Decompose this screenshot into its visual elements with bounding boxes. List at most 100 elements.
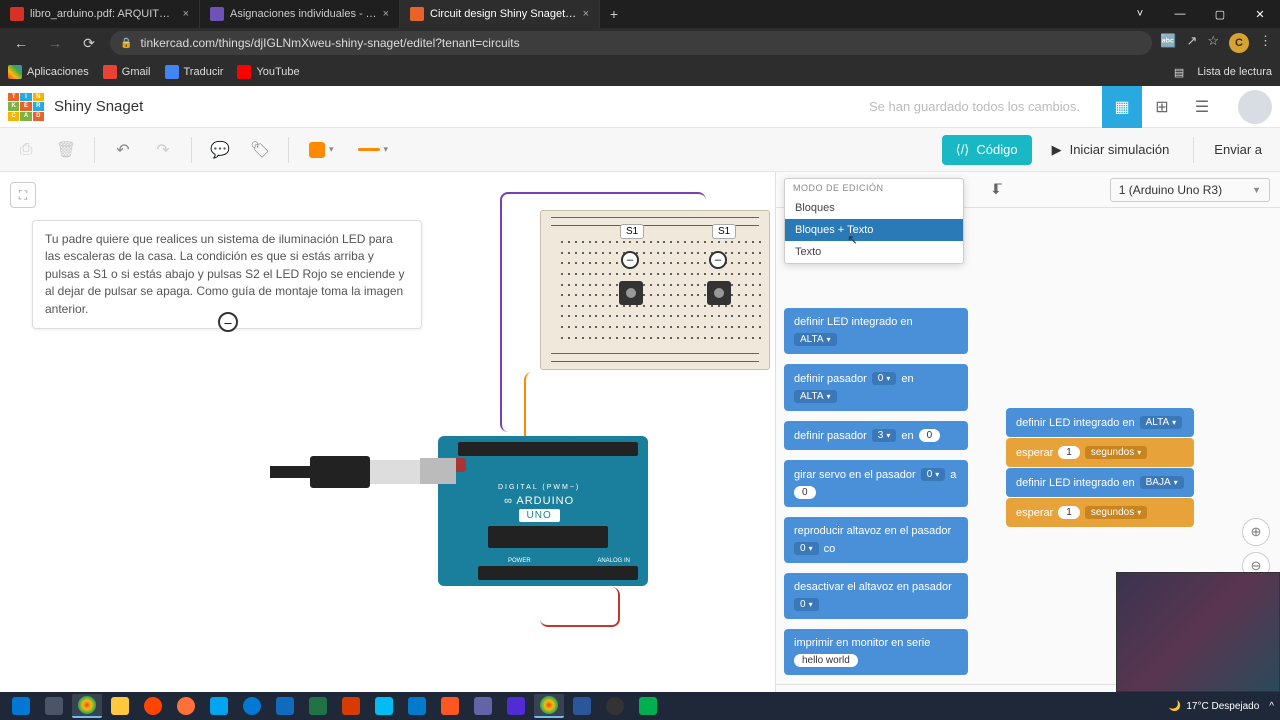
close-icon[interactable]: × [383, 8, 389, 20]
pushbutton-s1[interactable] [619, 281, 643, 305]
code-block[interactable]: girar servo en el pasador0a0 [784, 460, 968, 507]
url-input[interactable]: 🔒 tinkercad.com/things/djIGLNmXweu-shiny… [110, 31, 1152, 55]
taskbar-app[interactable] [534, 694, 564, 718]
taskbar-app[interactable] [435, 694, 465, 718]
back-button[interactable]: ← [8, 30, 34, 56]
main-area: ⛶ Tu padre quiere que realices un sistem… [0, 172, 1280, 720]
start-simulation-button[interactable]: ▶Iniciar simulación [1040, 135, 1182, 165]
code-block[interactable]: definir pasador0enALTA [784, 364, 968, 411]
edit-mode-dropdown[interactable]: MODO DE EDICIÓN Bloques Bloques + Texto … [784, 178, 964, 264]
terminal-icon[interactable]: – [709, 251, 727, 269]
label-toggle-button[interactable]: 🏷 [244, 134, 276, 166]
taskbar-app[interactable] [270, 694, 300, 718]
reload-button[interactable]: ⟳ [76, 30, 102, 56]
close-icon[interactable]: × [183, 8, 189, 20]
maximize-button[interactable]: ▢ [1200, 0, 1240, 28]
project-name[interactable]: Shiny Snaget [54, 98, 143, 115]
switch-label: S1 [620, 224, 644, 239]
taskbar-app[interactable] [567, 694, 597, 718]
chevron-down-icon: ▼ [1252, 185, 1261, 195]
taskbar-app[interactable] [303, 694, 333, 718]
minimize-button[interactable]: — [1160, 0, 1200, 28]
translate-icon[interactable]: 🔤 [1160, 33, 1176, 53]
pushbutton-s2[interactable] [707, 281, 731, 305]
bookmark-item[interactable]: Gmail [103, 65, 151, 79]
weather-widget[interactable]: 🌙17°C Despejado [1169, 701, 1259, 712]
download-button[interactable]: ⬇̅ [986, 177, 1006, 202]
taskbar-app[interactable] [600, 694, 630, 718]
code-block[interactable]: definir LED integrado enBAJA [1006, 468, 1194, 497]
block-palette[interactable]: definir LED integrado enALTA definir pas… [776, 208, 976, 684]
chevron-down-icon[interactable]: ˅ [1120, 0, 1160, 28]
browser-tab[interactable]: libro_arduino.pdf: ARQUITECTUR× [0, 0, 200, 28]
delete-button[interactable]: 🗑 [50, 134, 82, 166]
code-block[interactable]: esperar1segundos [1006, 498, 1194, 527]
bookmark-item[interactable]: Traducir [165, 65, 224, 79]
bookmark-icon[interactable]: ☆ [1207, 33, 1219, 53]
taskbar-app[interactable] [138, 694, 168, 718]
circuit-canvas[interactable]: ⛶ Tu padre quiere que realices un sistem… [0, 172, 775, 720]
taskbar-app[interactable] [501, 694, 531, 718]
reading-list-button[interactable]: ▤ Lista de lectura [1174, 66, 1272, 79]
new-tab-button[interactable]: + [600, 0, 628, 28]
taskbar-app[interactable] [633, 694, 663, 718]
undo-button[interactable]: ↶ [107, 134, 139, 166]
send-to-button[interactable]: Enviar a [1206, 135, 1270, 164]
apps-button[interactable]: Aplicaciones [8, 65, 89, 79]
dropdown-option[interactable]: Texto [785, 241, 963, 263]
circuit-view-button[interactable]: ▦ [1102, 86, 1142, 128]
code-block[interactable]: reproducir altavoz en el pasador0co [784, 517, 968, 563]
browser-tab[interactable]: Asignaciones individuales - TARE× [200, 0, 400, 28]
wire-color-picker[interactable]: ▾ [350, 140, 397, 159]
usb-cable[interactable] [270, 452, 430, 492]
annotation-anchor[interactable]: – [218, 312, 238, 332]
copy-button[interactable]: ⎙ [10, 134, 42, 166]
taskbar-app[interactable] [204, 694, 234, 718]
taskbar-app[interactable] [336, 694, 366, 718]
address-bar: ← → ⟳ 🔒 tinkercad.com/things/djIGLNmXweu… [0, 28, 1280, 58]
annotation-button[interactable]: 💬 [204, 134, 236, 166]
browser-titlebar: libro_arduino.pdf: ARQUITECTUR× Asignaci… [0, 0, 1280, 28]
taskbar-app[interactable] [171, 694, 201, 718]
close-icon[interactable]: × [583, 8, 589, 20]
zoom-in-button[interactable]: ⊕ [1242, 518, 1270, 546]
code-icon: ⟨/⟩ [956, 142, 970, 158]
code-button[interactable]: ⟨/⟩Código [942, 135, 1032, 165]
redo-button[interactable]: ↷ [147, 134, 179, 166]
code-block[interactable]: definir pasador3en0 [784, 421, 968, 450]
dropdown-option[interactable]: Bloques + Texto [785, 219, 963, 241]
code-block[interactable]: desactivar el altavoz en pasador0 [784, 573, 968, 619]
tinkercad-logo[interactable]: TIN KER CAD [8, 93, 44, 121]
tray-chevron-icon[interactable]: ^ [1269, 701, 1274, 712]
dropdown-option[interactable]: Bloques [785, 197, 963, 219]
window-controls: ˅ — ▢ ✕ [1120, 0, 1280, 28]
browser-tab[interactable]: Circuit design Shiny Snaget | Tin× [400, 0, 600, 28]
profile-avatar[interactable]: C [1229, 33, 1249, 53]
bookmark-item[interactable]: YouTube [237, 65, 299, 79]
taskbar-app[interactable] [237, 694, 267, 718]
start-button[interactable] [6, 694, 36, 718]
terminal-icon[interactable]: – [621, 251, 639, 269]
code-block[interactable]: imprimir en monitor en seriehello world [784, 629, 968, 675]
task-view-button[interactable] [39, 694, 69, 718]
share-icon[interactable]: ↗ [1186, 33, 1197, 53]
menu-icon[interactable]: ⋮ [1259, 33, 1272, 53]
taskbar-app[interactable] [468, 694, 498, 718]
forward-button[interactable]: → [42, 30, 68, 56]
zoom-fit-button[interactable]: ⛶ [10, 182, 36, 208]
code-block[interactable]: esperar1segundos [1006, 438, 1194, 467]
component-color-picker[interactable]: ▾ [301, 138, 342, 162]
list-view-button[interactable]: ☰ [1182, 86, 1222, 128]
taskbar-app[interactable] [72, 694, 102, 718]
app-header: TIN KER CAD Shiny Snaget Se han guardado… [0, 86, 1280, 128]
user-avatar[interactable] [1238, 90, 1272, 124]
code-block[interactable]: definir LED integrado enALTA [1006, 408, 1194, 437]
code-block[interactable]: definir LED integrado enALTA [784, 308, 968, 354]
close-button[interactable]: ✕ [1240, 0, 1280, 28]
schematic-view-button[interactable]: ⊞ [1142, 86, 1182, 128]
taskbar-app[interactable] [369, 694, 399, 718]
taskbar-app[interactable] [105, 694, 135, 718]
taskbar-app[interactable] [402, 694, 432, 718]
board-selector[interactable]: 1 (Arduino Uno R3)▼ [1110, 178, 1270, 202]
arduino-uno[interactable]: DIGITAL (PWM~)∞ ARDUINOUNO POWER ANALOG … [438, 436, 648, 586]
